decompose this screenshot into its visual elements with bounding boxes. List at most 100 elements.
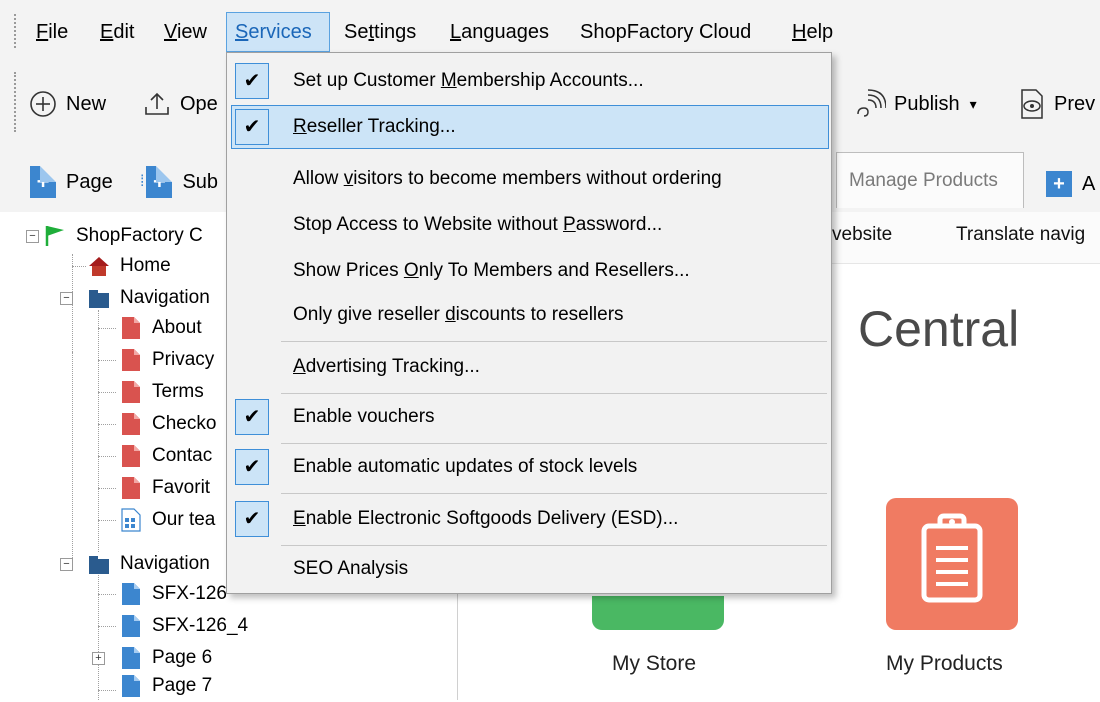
tree-connector bbox=[98, 310, 99, 552]
add-icon: + bbox=[1046, 171, 1072, 197]
menu-separator bbox=[281, 393, 827, 394]
menu-item-reseller-discounts[interactable]: Only give reseller discounts to reseller… bbox=[231, 293, 829, 337]
tree-connector bbox=[98, 328, 116, 329]
tree-expander[interactable]: − bbox=[60, 292, 73, 305]
page-icon bbox=[122, 381, 140, 403]
menu-view[interactable]: View bbox=[156, 12, 215, 52]
add-subpage-button[interactable]: ⁞ + Sub bbox=[140, 162, 218, 202]
page-heading: Central bbox=[858, 301, 1020, 357]
add-page-icon: + bbox=[30, 166, 56, 198]
tree-connector bbox=[98, 360, 116, 361]
home-icon bbox=[89, 257, 109, 276]
tree-item-navigation[interactable]: Navigation bbox=[88, 282, 210, 314]
menu-services[interactable]: Services bbox=[226, 12, 330, 52]
menu-item-seo-analysis[interactable]: SEO Analysis bbox=[231, 547, 829, 591]
menu-item-advertising-tracking[interactable]: Advertising Tracking... bbox=[231, 345, 829, 389]
tree-connector bbox=[98, 690, 116, 691]
page-icon bbox=[122, 675, 140, 697]
folder-icon bbox=[89, 290, 109, 308]
checkmark-icon: ✔ bbox=[235, 501, 269, 537]
tab-manage-products[interactable]: Manage Products bbox=[836, 152, 1024, 208]
page-icon bbox=[122, 413, 140, 435]
my-products-label[interactable]: My Products bbox=[886, 652, 1003, 676]
menu-item-esd[interactable]: ✔ Enable Electronic Softgoods Delivery (… bbox=[231, 497, 829, 541]
menu-edit[interactable]: Edit bbox=[92, 12, 142, 52]
tree-connector bbox=[98, 424, 116, 425]
tree-item-terms[interactable]: Terms bbox=[120, 376, 204, 408]
menu-bar: File Edit View Services Settings Languag… bbox=[0, 0, 1100, 58]
tree-connector bbox=[72, 266, 86, 267]
tree-root[interactable]: ShopFactory C bbox=[44, 220, 203, 252]
my-store-tile[interactable] bbox=[592, 596, 724, 630]
tree-item-navigation-2[interactable]: Navigation bbox=[88, 548, 210, 580]
page-icon bbox=[122, 317, 140, 339]
grid-page-icon bbox=[121, 508, 141, 532]
checkmark-icon: ✔ bbox=[235, 399, 269, 435]
tree-connector bbox=[98, 456, 116, 457]
tree-item-home[interactable]: Home bbox=[88, 250, 171, 282]
open-button[interactable]: Ope bbox=[142, 84, 218, 124]
menu-file[interactable]: File bbox=[28, 12, 76, 52]
toolbar-grip[interactable] bbox=[14, 72, 18, 132]
new-button[interactable]: New bbox=[28, 84, 106, 124]
menu-item-stop-access[interactable]: Stop Access to Website without Password.… bbox=[231, 203, 829, 247]
tree-item-page-7[interactable]: Page 7 bbox=[120, 670, 212, 702]
menubar-grip[interactable] bbox=[14, 14, 18, 48]
my-products-tile[interactable] bbox=[886, 498, 1018, 630]
tree-item-sfx-126[interactable]: SFX-126 bbox=[120, 578, 227, 610]
subpage-dots-icon: ⁞ bbox=[140, 173, 145, 190]
my-store-label[interactable]: My Store bbox=[612, 652, 696, 676]
preview-eye-icon bbox=[1021, 89, 1043, 119]
menu-item-show-prices[interactable]: Show Prices Only To Members and Reseller… bbox=[231, 249, 829, 293]
menu-item-reseller-tracking[interactable]: ✔ Reseller Tracking... bbox=[231, 105, 829, 149]
page-icon bbox=[122, 583, 140, 605]
tree-connector bbox=[98, 520, 116, 521]
tree-item-about[interactable]: About bbox=[120, 312, 202, 344]
chevron-down-icon[interactable]: ▾ bbox=[970, 84, 977, 124]
add-subpage-icon: + bbox=[146, 166, 173, 198]
tree-item-our-team[interactable]: Our tea bbox=[120, 504, 215, 536]
menu-separator bbox=[281, 443, 827, 444]
page-icon bbox=[122, 349, 140, 371]
translate-navigation-link[interactable]: Translate navig bbox=[956, 224, 1085, 246]
menu-settings[interactable]: Settings bbox=[336, 12, 424, 52]
flag-icon bbox=[45, 226, 64, 246]
menu-item-allow-visitors[interactable]: Allow visitors to become members without… bbox=[231, 157, 829, 201]
page-icon bbox=[122, 477, 140, 499]
add-page-button[interactable]: + Page bbox=[30, 162, 113, 202]
checkmark-icon: ✔ bbox=[235, 109, 269, 145]
tree-item-privacy[interactable]: Privacy bbox=[120, 344, 214, 376]
tree-item-favorites[interactable]: Favorit bbox=[120, 472, 210, 504]
checkmark-icon: ✔ bbox=[235, 449, 269, 485]
upload-arrow-icon bbox=[145, 92, 169, 115]
page-icon bbox=[122, 647, 140, 669]
folder-icon bbox=[89, 556, 109, 574]
clipboard-icon bbox=[921, 513, 983, 603]
page-label: Page bbox=[66, 171, 113, 193]
services-dropdown-menu: ✔ Set up Customer Membership Accounts...… bbox=[226, 52, 832, 594]
preview-button[interactable]: Prev bbox=[1016, 84, 1095, 124]
tree-expander[interactable]: − bbox=[26, 230, 39, 243]
menu-item-customer-membership[interactable]: ✔ Set up Customer Membership Accounts... bbox=[231, 59, 829, 103]
tree-item-checkout[interactable]: Checko bbox=[120, 408, 216, 440]
menu-separator bbox=[281, 341, 827, 342]
menu-item-stock-updates[interactable]: ✔ Enable automatic updates of stock leve… bbox=[231, 445, 829, 489]
menu-separator bbox=[281, 545, 827, 546]
menu-shopfactory-cloud[interactable]: ShopFactory Cloud bbox=[572, 12, 759, 52]
menu-item-enable-vouchers[interactable]: ✔ Enable vouchers bbox=[231, 395, 829, 439]
tree-expander[interactable]: + bbox=[92, 652, 105, 665]
menu-help[interactable]: Help bbox=[784, 12, 841, 52]
tree-item-contact[interactable]: Contac bbox=[120, 440, 212, 472]
open-label: Ope bbox=[180, 93, 218, 115]
menu-languages[interactable]: Languages bbox=[442, 12, 557, 52]
website-link[interactable]: vebsite bbox=[832, 224, 892, 246]
tree-item-sfx-126-4[interactable]: SFX-126_4 bbox=[120, 610, 248, 642]
page-icon bbox=[122, 445, 140, 467]
tree-connector bbox=[98, 488, 116, 489]
sub-label: Sub bbox=[182, 171, 219, 193]
menu-separator bbox=[281, 493, 827, 494]
add-tab-button[interactable]: + A bbox=[1046, 164, 1095, 204]
tree-expander[interactable]: − bbox=[60, 558, 73, 571]
publish-button[interactable]: Publish ▾ bbox=[854, 84, 977, 124]
tree-connector bbox=[98, 570, 99, 700]
